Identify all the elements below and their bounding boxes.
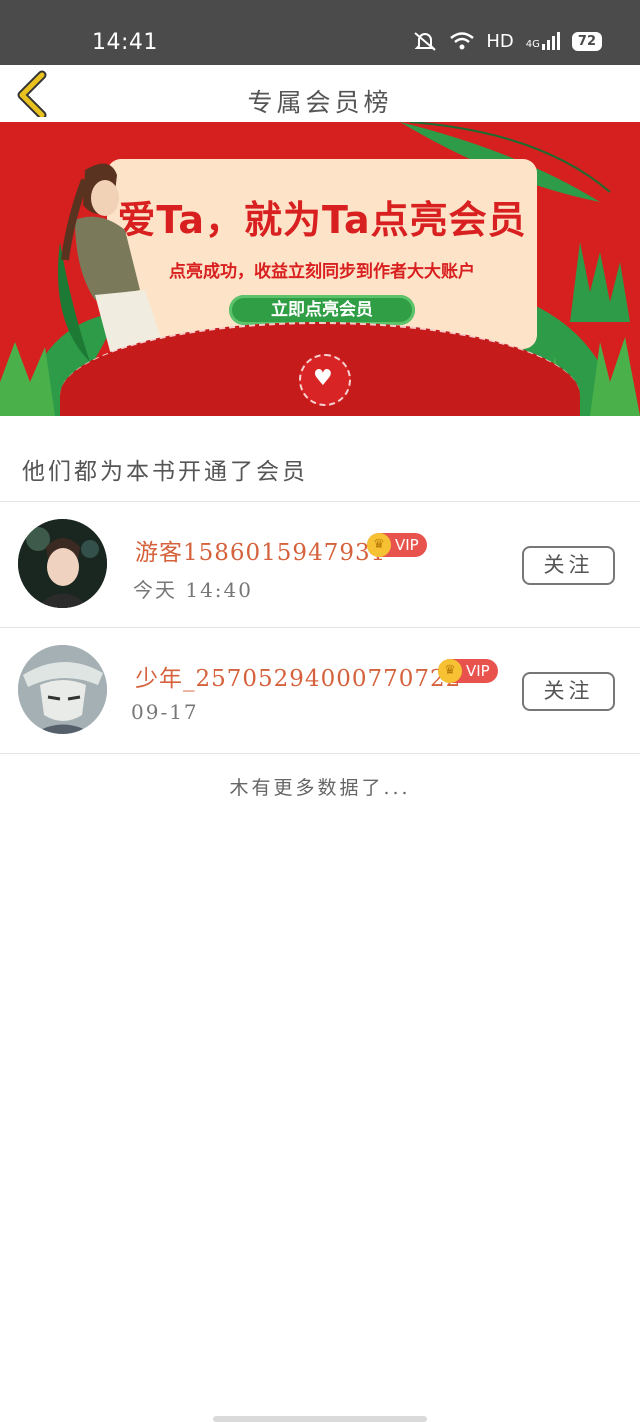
avatar-image <box>18 519 107 608</box>
vip-badge: ♛ VIP <box>438 659 498 683</box>
signal-icon: 4G <box>526 32 560 50</box>
member-username[interactable]: 少年_25705294000770722 <box>135 659 461 693</box>
follow-button[interactable]: 关注 <box>522 546 615 585</box>
heart-seal-icon: ♥ <box>299 354 351 406</box>
wifi-icon <box>450 32 475 50</box>
avatar[interactable] <box>18 519 107 608</box>
divider <box>0 753 640 754</box>
member-username[interactable]: 游客15860159479​31 <box>135 533 386 567</box>
section-title: 他们都为本书开通了会员 <box>22 459 308 485</box>
member-row: 少年_25705294000770722 ♛ VIP 09-17 关注 <box>0 628 640 753</box>
light-up-vip-button[interactable]: 立即点亮会员 <box>229 295 415 325</box>
member-time: 09-17 <box>131 700 199 724</box>
crown-icon: ♛ <box>438 659 462 683</box>
status-bar: 14:41 HD 4G 72 <box>0 0 640 65</box>
network-label: HD <box>486 30 514 52</box>
crown-icon: ♛ <box>367 533 391 557</box>
status-time: 14:41 <box>92 30 158 55</box>
status-icons: HD 4G 72 <box>412 30 602 52</box>
page-title: 专属会员榜 <box>247 88 393 117</box>
vip-badge: ♛ VIP <box>367 533 427 557</box>
member-row: 游客15860159479​31 ♛ VIP 今天 14:40 关注 <box>0 502 640 627</box>
mute-bell-icon <box>414 32 437 51</box>
promo-banner[interactable]: 爱Ta，就为Ta点亮会员 点亮成功，收益立刻同步到作者大大账户 立即点亮会员 ♥ <box>0 122 640 416</box>
avatar-image <box>18 645 107 734</box>
member-time: 今天 14:40 <box>133 578 253 602</box>
no-more-data-note: 木有更多数据了... <box>229 777 411 799</box>
battery-icon: 72 <box>571 31 602 51</box>
follow-button[interactable]: 关注 <box>522 672 615 711</box>
home-indicator[interactable] <box>213 1416 427 1422</box>
avatar[interactable] <box>18 645 107 734</box>
nav-bar: 专属会员榜 <box>0 65 640 122</box>
